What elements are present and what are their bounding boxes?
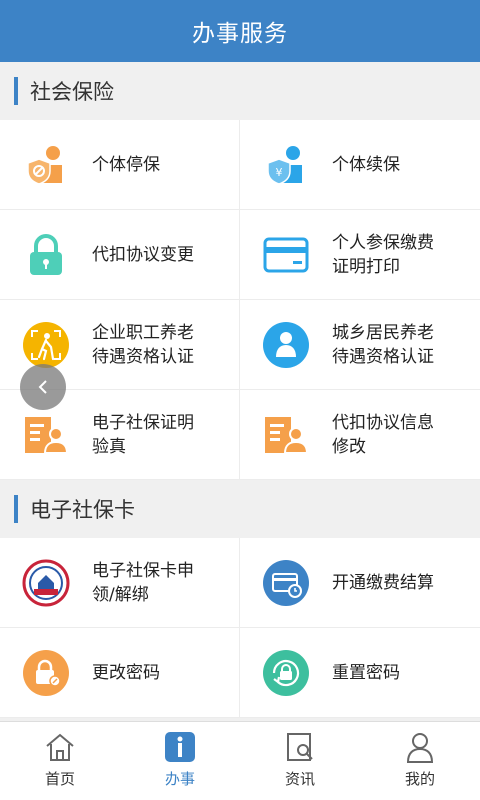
svg-text:¥: ¥: [276, 166, 283, 179]
section-title-social-insurance: 社会保险: [0, 62, 480, 120]
card-clock-icon: [262, 559, 310, 607]
tab-news[interactable]: 资讯: [240, 722, 360, 800]
tab-mine[interactable]: 我的: [360, 722, 480, 800]
service-label: 代扣协议信息 修改: [332, 412, 434, 457]
card-icon: [262, 231, 310, 279]
header-bar: 办事服务: [0, 0, 480, 62]
service-item-change-password[interactable]: 更改密码: [0, 628, 239, 718]
elderly-scan-icon: [22, 321, 70, 369]
service-label: 电子社保证明 验真: [92, 412, 194, 457]
service-label: 企业职工养老 待遇资格认证: [92, 322, 194, 367]
section-title-e-social-card: 电子社保卡: [0, 480, 480, 538]
chevron-left-icon: [38, 380, 47, 394]
lock-icon: [22, 231, 70, 279]
page-title: 办事服务: [192, 21, 288, 47]
service-item-open-payment-settlement[interactable]: 开通缴费结算: [240, 538, 480, 628]
service-label: 重置密码: [332, 662, 400, 683]
section-title-text: 社会保险: [30, 80, 114, 104]
tab-label: 我的: [404, 770, 435, 788]
service-label: 开通缴费结算: [332, 572, 434, 593]
service-label: 个体停保: [92, 154, 160, 175]
service-item-individual-continue[interactable]: ¥ 个体续保: [240, 120, 480, 210]
info-icon: [165, 732, 195, 762]
service-label: 代扣协议变更: [92, 244, 194, 265]
section-accent-bar: [14, 77, 18, 105]
tab-label: 首页: [44, 770, 75, 788]
home-icon: [46, 733, 74, 761]
tab-home[interactable]: 首页: [0, 722, 120, 800]
person-stop-icon: [22, 141, 70, 189]
service-item-individual-stop[interactable]: 个体停保: [0, 120, 239, 210]
person-yuan-shield-icon: ¥: [262, 141, 310, 189]
service-label: 更改密码: [92, 662, 160, 683]
news-search-icon: [287, 733, 313, 761]
social-security-seal-icon: [22, 559, 70, 607]
service-item-withhold-info-modify[interactable]: 代扣协议信息 修改: [240, 390, 480, 480]
service-label: 个体续保: [332, 154, 400, 175]
section-title-text: 电子社保卡: [30, 498, 135, 522]
service-grid-social-insurance: 个体停保 ¥ 个体续保 代扣协议变更 个人参保缴费 证明打印 企业职工养老 待遇…: [0, 120, 480, 480]
tab-label: 资讯: [284, 770, 315, 788]
document-person-icon: [262, 411, 310, 459]
user-circle-icon: [262, 321, 310, 369]
service-label: 个人参保缴费 证明打印: [332, 232, 434, 277]
profile-icon: [406, 733, 434, 763]
service-label: 城乡居民养老 待遇资格认证: [332, 322, 434, 367]
tab-label: 办事: [164, 770, 195, 788]
service-grid-e-social-card: 电子社保卡申 领/解绑 开通缴费结算 更改密码 重置密码: [0, 538, 480, 718]
service-item-reset-password[interactable]: 重置密码: [240, 628, 480, 718]
service-item-withhold-agreement-change[interactable]: 代扣协议变更: [0, 210, 239, 300]
lock-edit-icon: [22, 649, 70, 697]
lock-reset-icon: [262, 649, 310, 697]
section-accent-bar: [14, 495, 18, 523]
back-button[interactable]: [20, 364, 66, 410]
document-person-icon: [22, 411, 70, 459]
service-label: 电子社保卡申 领/解绑: [92, 560, 194, 605]
tab-services[interactable]: 办事: [120, 722, 240, 800]
service-item-payment-certificate-print[interactable]: 个人参保缴费 证明打印: [240, 210, 480, 300]
bottom-tab-bar: 首页 办事 资讯 我的: [0, 721, 480, 800]
service-item-resident-pension-certification[interactable]: 城乡居民养老 待遇资格认证: [240, 300, 480, 390]
service-item-e-card-apply-unbind[interactable]: 电子社保卡申 领/解绑: [0, 538, 239, 628]
